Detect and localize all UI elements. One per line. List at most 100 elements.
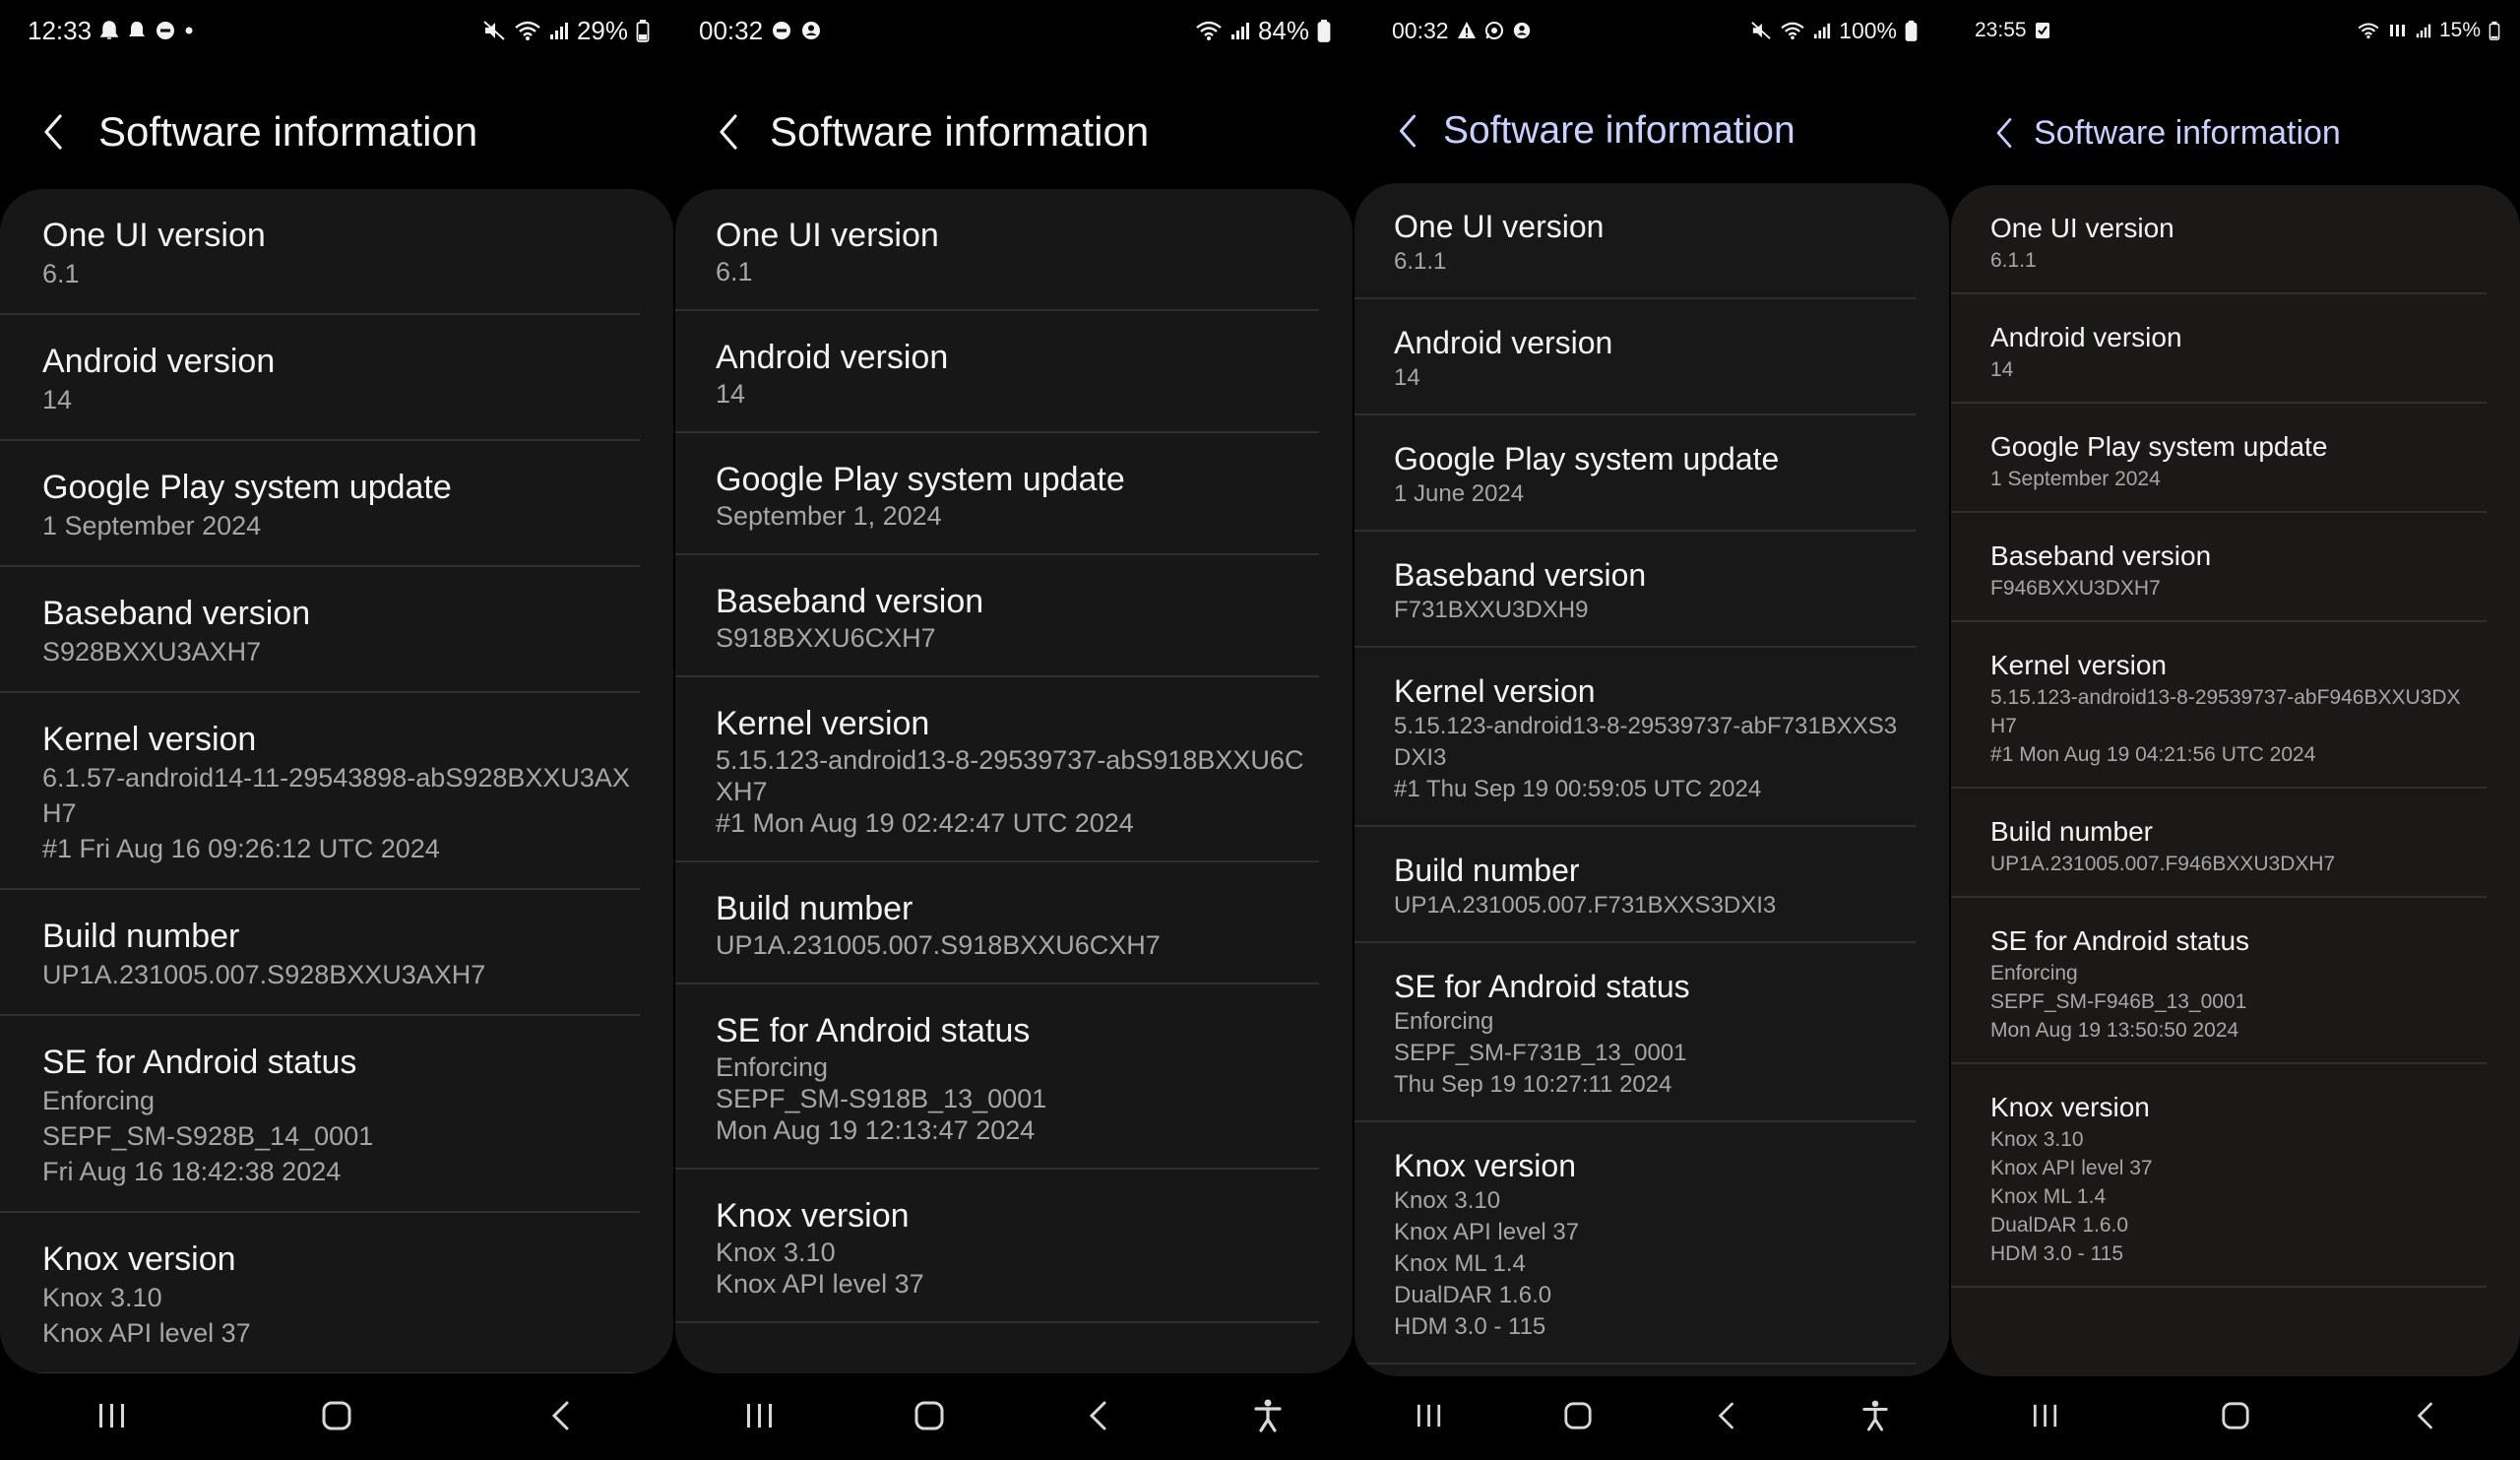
list-item-android-version[interactable]: Android version 14 [675,311,1319,433]
item-title: Android version [1990,322,2182,352]
notification-icon [99,20,119,41]
list-item-android-version[interactable]: Android version 14 [1354,299,1916,415]
back-button[interactable] [1380,103,1435,159]
item-value: 5.15.123-android13-8-29539737-abF946BXXU… [1990,686,2461,709]
back-nav-button[interactable] [2381,1381,2470,1450]
status-bar: 12:33 29% [0,0,673,61]
item-title: Android version [1394,325,1613,360]
list-item-one-ui-version[interactable]: One UI version 6.1.1 [1354,183,1916,299]
accessibility-icon[interactable] [1831,1381,1920,1450]
item-value: Knox API level 37 [1990,1157,2153,1179]
item-value: S918BXXU6CXH7 [716,623,936,653]
home-button[interactable] [292,1381,381,1450]
item-value: Enforcing [716,1052,829,1082]
item-value: 6.1 [42,259,80,288]
page-title: Software information [1443,109,1796,152]
list-item-google-play-system-update[interactable]: Google Play system update 1 September 202… [1951,404,2487,513]
navigation-bar [0,1371,673,1460]
more-notifications-dot-icon [184,26,194,35]
accessibility-icon[interactable] [1224,1381,1312,1450]
signal-icon [1230,20,1250,41]
item-value: 1 September 2024 [1990,468,2161,490]
info-list: One UI version 6.1.1 Android version 14 Go… [1354,183,1949,1376]
recent-apps-button[interactable] [716,1381,804,1450]
home-button[interactable] [885,1381,974,1450]
status-time: 23:55 [1975,19,2027,41]
list-item-google-play-system-update[interactable]: Google Play system update September 1, 20… [675,433,1319,555]
back-nav-button[interactable] [517,1381,605,1450]
list-item-google-play-system-update[interactable]: Google Play system update 1 September 202… [0,441,640,567]
list-item-baseband-version[interactable]: Baseband version F731BXXU3DXH9 [1354,532,1916,648]
list-item-kernel-version[interactable]: Kernel version 5.15.123-android13-8-29539… [675,677,1319,862]
recent-apps-button[interactable] [68,1381,157,1450]
battery-icon [636,19,650,42]
list-item-knox-version[interactable]: Knox version Knox 3.10 Knox API level 37 [675,1170,1319,1323]
list-item-google-play-system-update[interactable]: Google Play system update 1 June 2024 [1354,415,1916,532]
home-button[interactable] [2191,1381,2280,1450]
battery-icon [1317,19,1331,42]
item-value: F731BXXU3DXH9 [1394,597,1589,623]
list-item-android-version[interactable]: Android version 14 [1951,294,2487,404]
list-item-se-for-android-status[interactable]: SE for Android status Enforcing SEPF_SM-S9… [0,1016,640,1213]
item-value: Knox API level 37 [716,1269,924,1299]
item-value: Knox 3.10 [42,1283,162,1312]
back-nav-button[interactable] [1054,1381,1143,1450]
list-item-build-number[interactable]: Build number UP1A.231005.007.F731BXXS3DXI… [1354,827,1916,943]
back-nav-button[interactable] [1682,1381,1771,1450]
list-item-se-for-android-status[interactable]: SE for Android status Enforcing SEPF_SM-F9… [1951,898,2487,1064]
phone-screen-2: 00:32 84% Software information One UI ve… [675,0,1353,1460]
recent-apps-button[interactable] [2001,1381,2090,1450]
item-title: One UI version [1990,213,2174,243]
item-title: Build number [1990,816,2153,847]
item-value: Knox 3.10 [716,1238,836,1267]
list-item-build-number[interactable]: Build number UP1A.231005.007.S918BXXU6CXH… [675,862,1319,984]
back-button[interactable] [26,104,81,159]
page-title: Software information [770,108,1150,155]
item-title: Android version [42,343,276,380]
item-value: 14 [42,385,73,414]
list-item-knox-version[interactable]: Knox version Knox 3.10 Knox API level 37 Kn… [1354,1122,1916,1365]
item-value: UP1A.231005.007.F731BXXS3DXI3 [1394,892,1777,919]
list-item-baseband-version[interactable]: Baseband version F946BXXU3DXH7 [1951,513,2487,622]
item-title: Knox version [1990,1092,2150,1122]
list-item-kernel-version[interactable]: Kernel version 6.1.57-android14-11-295438… [0,693,640,890]
list-item-kernel-version[interactable]: Kernel version 5.15.123-android13-8-29539… [1354,648,1916,827]
list-item-one-ui-version[interactable]: One UI version 6.1 [675,189,1319,311]
home-button[interactable] [1534,1381,1622,1450]
list-item-knox-version[interactable]: Knox version Knox 3.10 Knox API level 37 [0,1213,640,1373]
status-time: 00:32 [1392,17,1449,43]
list-item-one-ui-version[interactable]: One UI version 6.1 [0,189,640,315]
list-item-se-for-android-status[interactable]: SE for Android status Enforcing SEPF_SM-S9… [675,984,1319,1170]
list-item-android-version[interactable]: Android version 14 [0,315,640,441]
back-button[interactable] [1977,105,2032,160]
recent-apps-button[interactable] [1385,1381,1474,1450]
list-item-baseband-version[interactable]: Baseband version S928BXXU3AXH7 [0,567,640,693]
do-not-disturb-icon [155,20,176,41]
item-title: Kernel version [716,705,930,742]
back-button[interactable] [701,104,756,159]
item-value: 14 [716,379,746,409]
list-item-build-number[interactable]: Build number UP1A.231005.007.S928BXXU3AXH… [0,890,640,1016]
item-value: UP1A.231005.007.S928BXXU3AXH7 [42,960,486,989]
list-item-baseband-version[interactable]: Baseband version S918BXXU6CXH7 [675,555,1319,677]
app-header: Software information [1951,102,2520,163]
wifi-icon [2357,22,2380,39]
list-item-build-number[interactable]: Build number UP1A.231005.007.F946BXXU3DXH… [1951,789,2487,898]
item-value: Knox 3.10 [1990,1128,2084,1151]
list-item-se-for-android-status[interactable]: SE for Android status Enforcing SEPF_SM-F7… [1354,943,1916,1122]
item-value: UP1A.231005.007.S918BXXU6CXH7 [716,930,1161,960]
item-title: Knox version [42,1240,236,1278]
list-item-knox-version[interactable]: Knox version Knox 3.10 Knox API level 37 Kn… [1951,1064,2487,1288]
item-title: Google Play system update [716,461,1125,498]
status-bar: 23:55 15% [1951,0,2520,61]
list-item-kernel-version[interactable]: Kernel version 5.15.123-android13-8-29539… [1951,622,2487,789]
item-value: 5.15.123-android13-8-29539737-abS918BXXU… [716,745,1304,775]
item-value: H7 [42,798,77,828]
item-value: #1 Mon Aug 19 02:42:47 UTC 2024 [716,808,1134,838]
app-header: Software information [1354,98,1949,163]
item-title: Baseband version [716,583,984,620]
app-header: Software information [0,96,673,167]
download-complete-icon [2035,22,2050,39]
list-item-one-ui-version[interactable]: One UI version 6.1.1 [1951,185,2487,294]
signal-icon [2416,22,2431,39]
